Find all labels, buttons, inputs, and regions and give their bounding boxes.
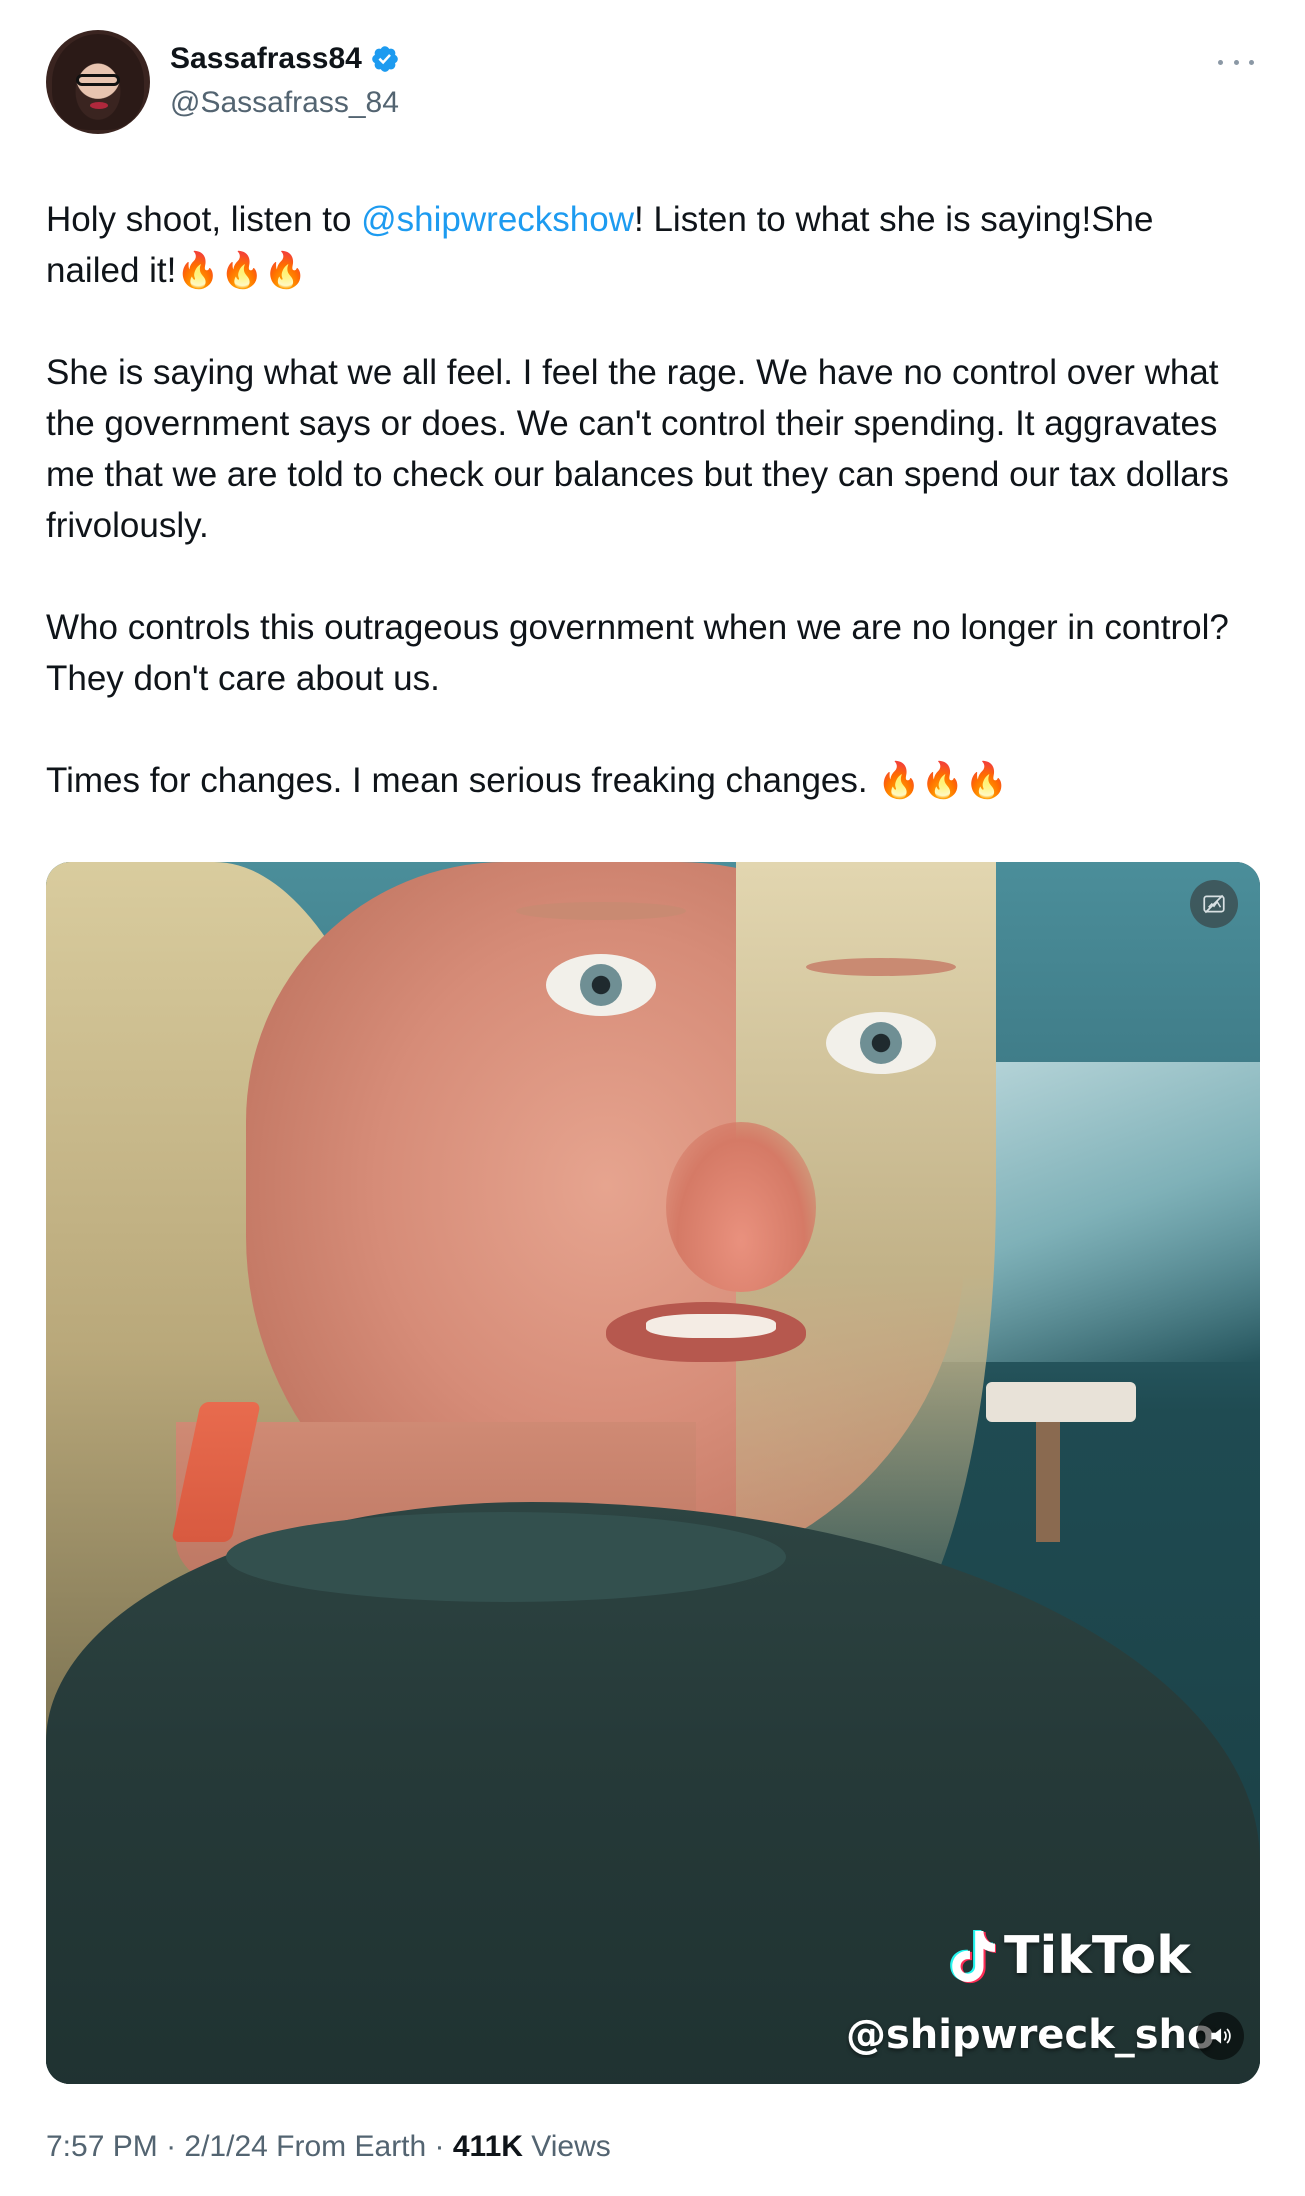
- author-display-name[interactable]: Sassafrass84: [170, 42, 362, 76]
- meta-separator: ·: [157, 2130, 185, 2163]
- video-lamp-stem: [1036, 1422, 1060, 1542]
- video-shirt-collar: [226, 1512, 786, 1602]
- meta-separator: ·: [426, 2130, 453, 2163]
- tweet: Sassafrass84 @Sassafrass_84 Holy shoot, …: [0, 0, 1305, 2196]
- views-label[interactable]: Views: [531, 2130, 610, 2163]
- tweet-paragraph: Holy shoot, listen to @shipwreckshow! Li…: [46, 194, 1256, 296]
- avatar-lips: [90, 102, 108, 109]
- author-handle[interactable]: @Sassafrass_84: [170, 86, 399, 120]
- tweet-source: From Earth: [276, 2130, 427, 2163]
- tweet-paragraph: Who controls this outrageous government …: [46, 608, 1229, 698]
- tweet-text-segment: Holy shoot, listen to: [46, 200, 362, 239]
- mention-link[interactable]: @shipwreckshow: [361, 200, 634, 239]
- tweet-date[interactable]: 2/1/24: [184, 2130, 267, 2163]
- tiktok-username: @shipwreck_show: [846, 2012, 1216, 2058]
- avatar[interactable]: [46, 30, 150, 134]
- tweet-meta: 7:57 PM · 2/1/24 From Earth · 411K Views: [46, 2130, 611, 2164]
- video-nose: [666, 1122, 816, 1292]
- tweet-time[interactable]: 7:57 PM: [46, 2130, 158, 2163]
- tiktok-watermark: TikTok: [946, 1926, 1191, 1986]
- tiktok-brand-label: TikTok: [1004, 1926, 1191, 1986]
- author-name-row[interactable]: Sassafrass84: [170, 42, 400, 76]
- video-eye: [546, 954, 656, 1016]
- video-eye: [826, 1012, 936, 1074]
- video-brow: [516, 902, 686, 920]
- tweet-paragraph: She is saying what we all feel. I feel t…: [46, 353, 1229, 545]
- video-lamp: [986, 1382, 1136, 1422]
- avatar-glasses: [76, 74, 120, 86]
- video-player[interactable]: TikTok @shipwreck_show: [46, 862, 1260, 2084]
- views-count[interactable]: 411K: [453, 2130, 523, 2163]
- tweet-paragraph: Times for changes. I mean serious freaki…: [46, 761, 1009, 800]
- video-brow: [806, 958, 956, 976]
- sensitive-content-icon[interactable]: [1190, 880, 1238, 928]
- tiktok-logo-icon: [946, 1926, 998, 1986]
- volume-icon[interactable]: [1196, 2012, 1244, 2060]
- verified-badge-icon[interactable]: [370, 44, 400, 74]
- video-teeth: [646, 1314, 776, 1338]
- more-options-icon[interactable]: [1218, 50, 1254, 74]
- tweet-text: Holy shoot, listen to @shipwreckshow! Li…: [46, 194, 1256, 857]
